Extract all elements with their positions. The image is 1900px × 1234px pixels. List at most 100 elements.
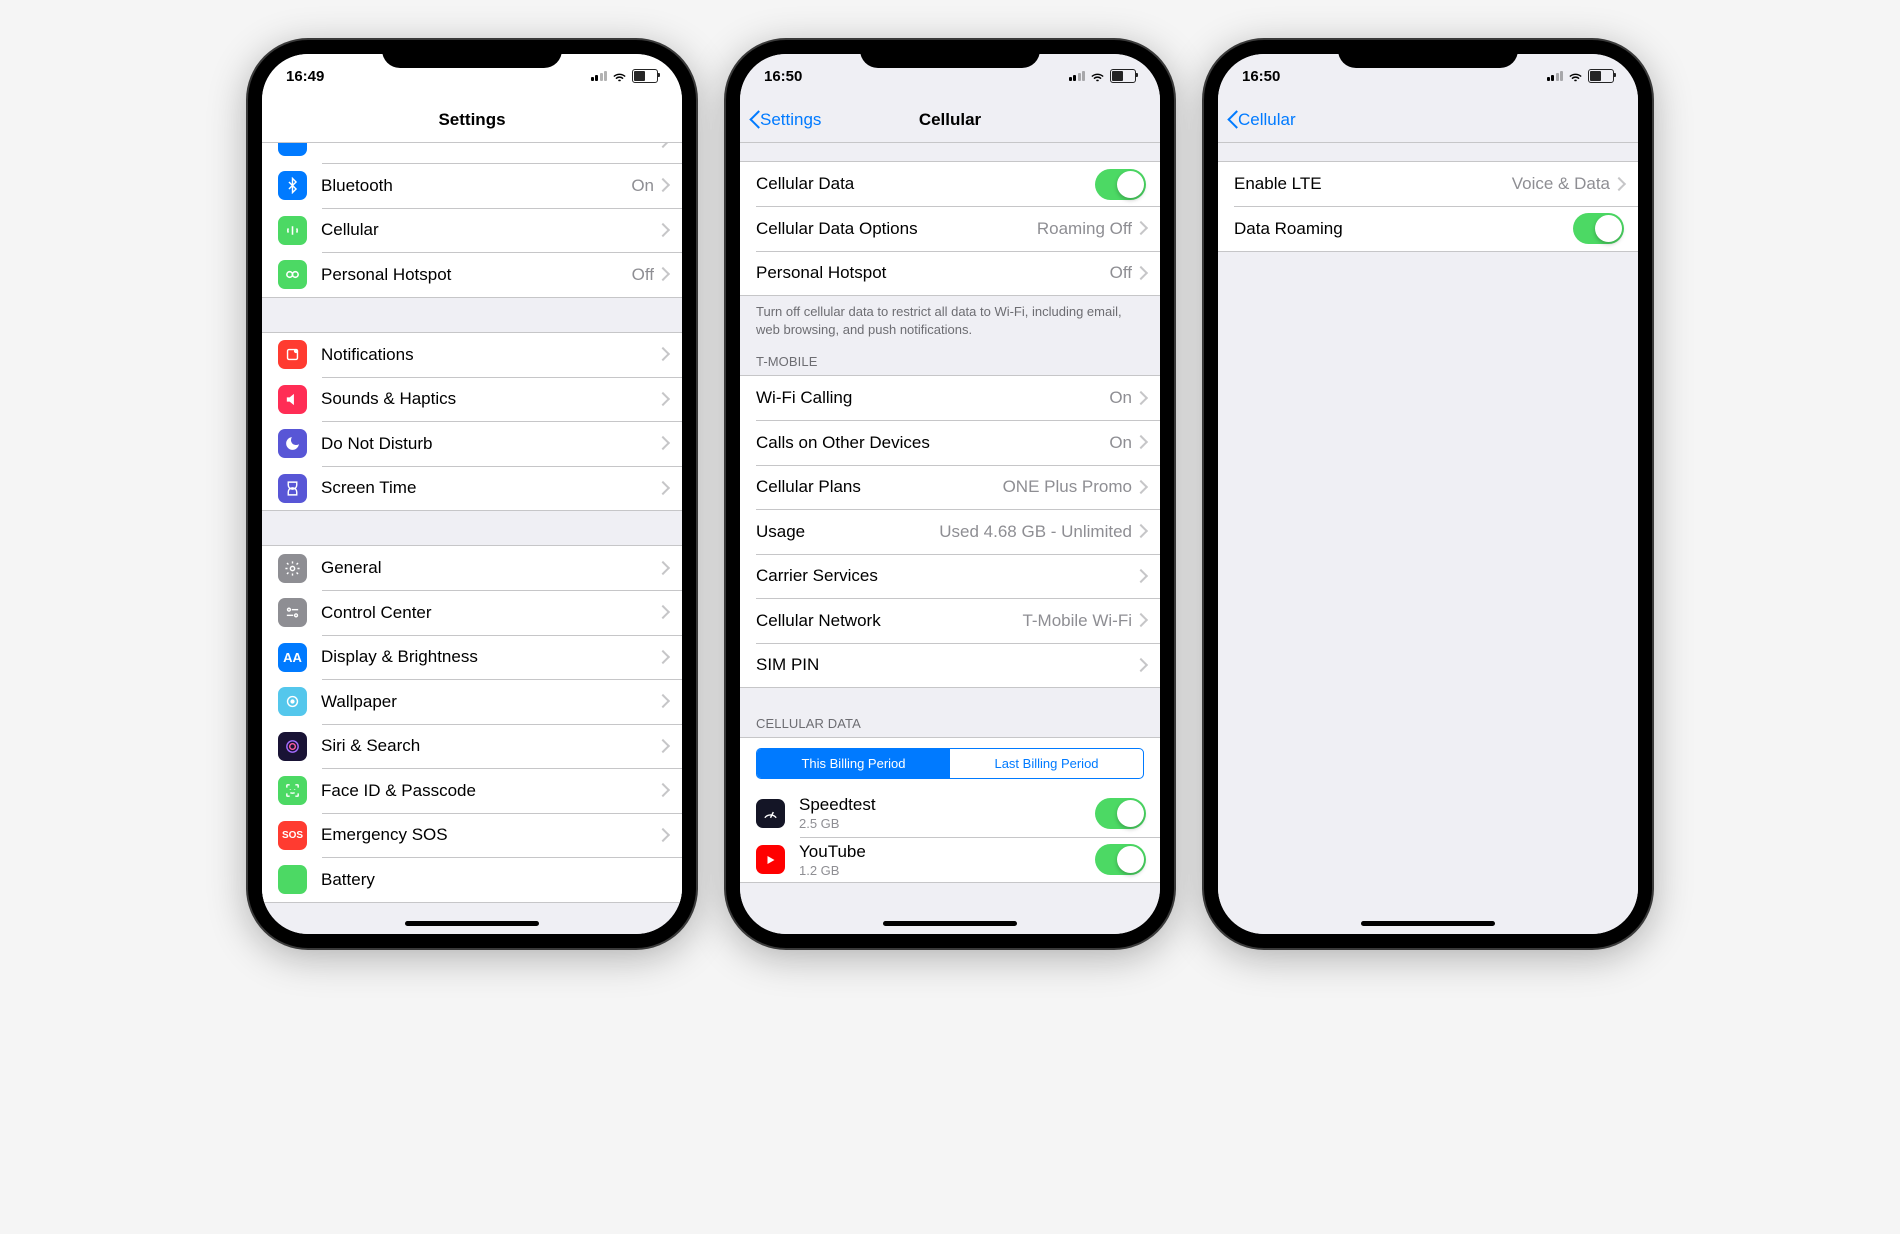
content[interactable]: Enable LTE Voice & Data Data Roaming (1218, 143, 1638, 934)
row-value: On (1109, 388, 1132, 408)
page-title: Settings (262, 110, 682, 130)
row-label: Calls on Other Devices (756, 433, 1109, 453)
section-header: CELLULAR DATA (740, 710, 1160, 737)
toggle-switch[interactable] (1095, 844, 1146, 875)
status-time: 16:49 (286, 68, 472, 85)
home-indicator[interactable] (883, 921, 1017, 926)
nav-bar: Settings Cellular (740, 98, 1160, 143)
toggle-switch[interactable] (1573, 213, 1624, 244)
settings-row-faceid[interactable]: Face ID & Passcode (262, 769, 682, 813)
row-cellular-data[interactable]: Cellular Data (740, 162, 1160, 206)
row-usage[interactable]: Usage Used 4.68 GB - Unlimited (740, 510, 1160, 554)
home-indicator[interactable] (405, 921, 539, 926)
row-sim-pin[interactable]: SIM PIN (740, 643, 1160, 687)
phone-frame: 16:49 Settings (248, 40, 696, 948)
settings-row-dnd[interactable]: Do Not Disturb (262, 422, 682, 466)
seg-last-period[interactable]: Last Billing Period (950, 749, 1143, 778)
toggle-switch[interactable] (1095, 798, 1146, 829)
row-value: Off (1110, 263, 1132, 283)
back-button[interactable]: Settings (748, 110, 821, 130)
chevron-right-icon (660, 143, 668, 148)
siri-icon (278, 732, 307, 761)
row-cellular-data-options[interactable]: Cellular Data Options Roaming Off (740, 207, 1160, 251)
settings-row-battery[interactable]: Battery (262, 858, 682, 902)
toggle-switch[interactable] (1095, 169, 1146, 200)
status-indicators (950, 68, 1136, 85)
row-label: Carrier Services (756, 566, 1138, 586)
row-value: ONE Plus Promo (1003, 477, 1132, 497)
row-app-speedtest[interactable]: Speedtest 2.5 GB (740, 789, 1160, 837)
settings-group-alerts: Notifications Sounds & Haptics Do (262, 332, 682, 512)
settings-row-display[interactable]: AA Display & Brightness (262, 635, 682, 679)
chevron-right-icon (660, 268, 668, 281)
chevron-right-icon (660, 437, 668, 450)
row-label: Cellular Network (756, 611, 1022, 631)
chevron-right-icon (660, 482, 668, 495)
youtube-icon (756, 845, 785, 874)
settings-row-wifi[interactable] (262, 143, 682, 163)
app-name: Speedtest (799, 795, 1095, 815)
content[interactable]: Cellular Data Cellular Data Options Roam… (740, 143, 1160, 934)
row-value: Roaming Off (1037, 219, 1132, 239)
settings-row-screentime[interactable]: Screen Time (262, 466, 682, 510)
settings-row-wallpaper[interactable]: Wallpaper (262, 680, 682, 724)
phone-frame: 16:50 Settings Cellular Cellular Data (726, 40, 1174, 948)
notch (382, 40, 562, 68)
row-data-roaming[interactable]: Data Roaming (1218, 207, 1638, 251)
row-label: Sounds & Haptics (321, 389, 660, 409)
home-indicator[interactable] (1361, 921, 1495, 926)
segmented-control[interactable]: This Billing Period Last Billing Period (756, 748, 1144, 779)
settings-row-sos[interactable]: SOS Emergency SOS (262, 813, 682, 857)
section-footer: Turn off cellular data to restrict all d… (740, 296, 1160, 344)
row-wifi-calling[interactable]: Wi-Fi Calling On (740, 376, 1160, 420)
settings-row-general[interactable]: General (262, 546, 682, 590)
settings-group-connectivity: Bluetooth On Cellular Pe (262, 143, 682, 298)
chevron-right-icon (1138, 570, 1146, 583)
speedtest-icon (756, 799, 785, 828)
wifi-icon (611, 68, 628, 85)
chevron-right-icon (1138, 614, 1146, 627)
nav-bar: Settings (262, 98, 682, 143)
settings-row-control-center[interactable]: Control Center (262, 591, 682, 635)
sos-icon: SOS (278, 821, 307, 850)
control-center-icon (278, 598, 307, 627)
signal-icon (1547, 71, 1564, 81)
row-label: Cellular Plans (756, 477, 1003, 497)
settings-row-siri[interactable]: Siri & Search (262, 724, 682, 768)
wallpaper-icon (278, 687, 307, 716)
row-cellular-plans[interactable]: Cellular Plans ONE Plus Promo (740, 465, 1160, 509)
content[interactable]: Bluetooth On Cellular Pe (262, 143, 682, 934)
seg-this-period[interactable]: This Billing Period (757, 749, 950, 778)
chevron-right-icon (660, 393, 668, 406)
app-usage: 1.2 GB (799, 863, 1095, 878)
settings-row-hotspot[interactable]: Personal Hotspot Off (262, 253, 682, 297)
row-enable-lte[interactable]: Enable LTE Voice & Data (1218, 162, 1638, 206)
settings-row-notifications[interactable]: Notifications (262, 333, 682, 377)
row-label: Personal Hotspot (321, 265, 632, 285)
battery-icon (632, 69, 658, 83)
chevron-right-icon (660, 606, 668, 619)
settings-row-bluetooth[interactable]: Bluetooth On (262, 164, 682, 208)
chevron-right-icon (660, 179, 668, 192)
row-personal-hotspot[interactable]: Personal Hotspot Off (740, 251, 1160, 295)
settings-group-system: General Control Center AA Display & Brig… (262, 545, 682, 903)
wifi-icon-app (278, 143, 307, 156)
row-carrier-services[interactable]: Carrier Services (740, 554, 1160, 598)
settings-row-sounds[interactable]: Sounds & Haptics (262, 377, 682, 421)
row-label: Wallpaper (321, 692, 660, 712)
chevron-left-icon (1226, 110, 1238, 130)
screen: 16:50 Settings Cellular Cellular Data (740, 54, 1160, 934)
notifications-icon (278, 340, 307, 369)
row-cellular-network[interactable]: Cellular Network T-Mobile Wi-Fi (740, 599, 1160, 643)
chevron-right-icon (660, 784, 668, 797)
chevron-right-icon (1616, 178, 1624, 191)
settings-row-cellular[interactable]: Cellular (262, 208, 682, 252)
status-indicators (472, 68, 658, 85)
row-app-youtube[interactable]: YouTube 1.2 GB (740, 838, 1160, 882)
dnd-icon (278, 429, 307, 458)
row-calls-other-devices[interactable]: Calls on Other Devices On (740, 421, 1160, 465)
back-button[interactable]: Cellular (1226, 110, 1296, 130)
display-icon: AA (278, 643, 307, 672)
battery-app-icon (278, 865, 307, 894)
nav-bar: Cellular (1218, 98, 1638, 143)
